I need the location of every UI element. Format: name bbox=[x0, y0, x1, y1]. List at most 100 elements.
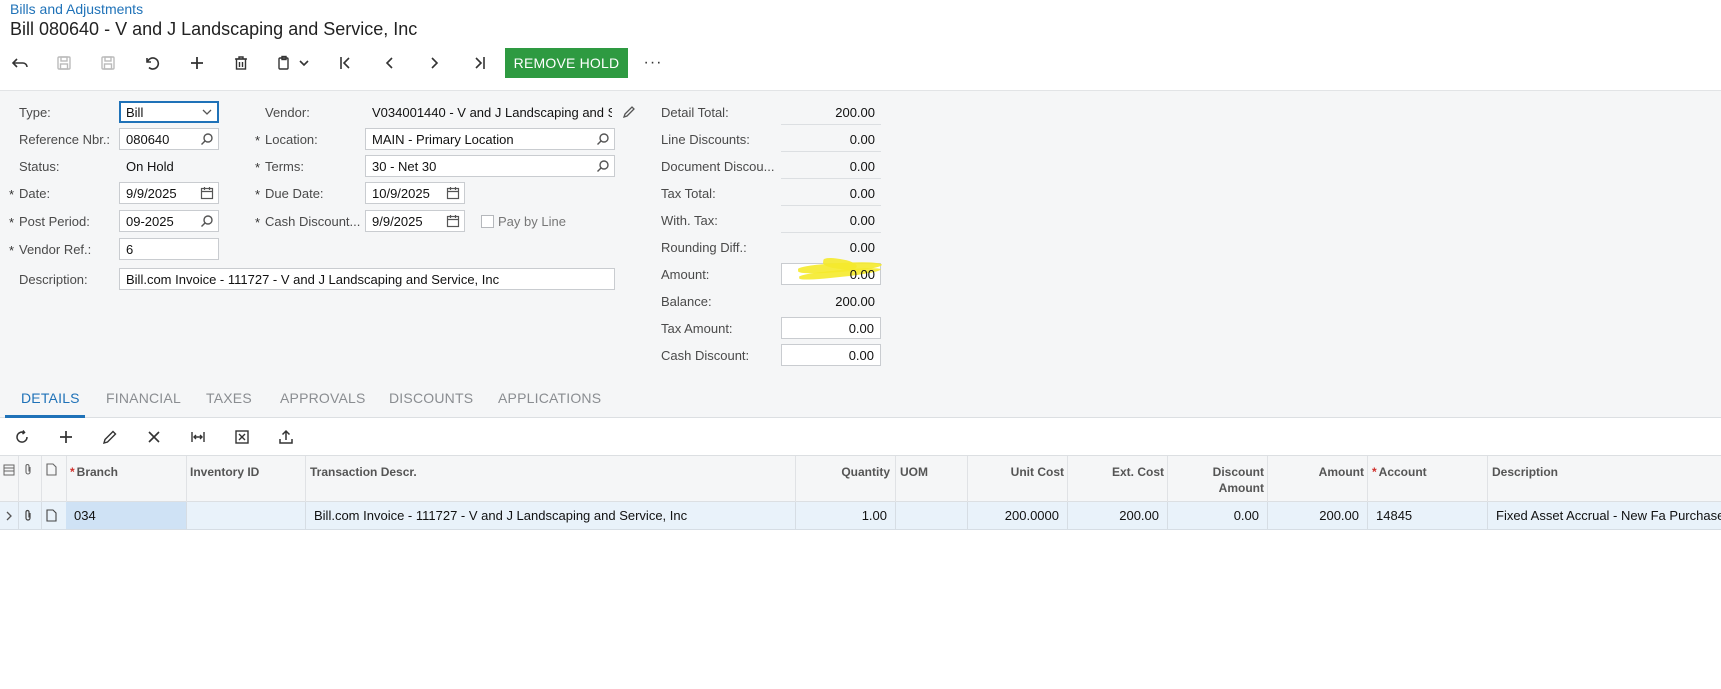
edit-icon[interactable] bbox=[98, 425, 122, 449]
required-mark: * bbox=[70, 465, 75, 479]
search-icon[interactable] bbox=[596, 132, 610, 146]
search-icon[interactable] bbox=[200, 132, 214, 146]
paperclip-icon[interactable] bbox=[22, 509, 34, 522]
column-separator bbox=[1067, 456, 1068, 502]
column-trandesc[interactable]: Transaction Descr. bbox=[310, 464, 417, 480]
table-row[interactable]: 034 Bill.com Invoice - 111727 - V and J … bbox=[0, 502, 1721, 530]
document-discount-label: Document Discou... bbox=[661, 159, 775, 174]
type-label: Type: bbox=[19, 105, 51, 120]
cell-amount[interactable]: 200.00 bbox=[1272, 508, 1359, 523]
search-icon[interactable] bbox=[596, 159, 610, 173]
first-record-icon[interactable] bbox=[330, 47, 362, 79]
column-separator bbox=[18, 456, 19, 502]
cell-unitcost[interactable]: 200.0000 bbox=[972, 508, 1059, 523]
postperiod-input[interactable]: 09-2025 bbox=[119, 210, 219, 232]
column-branch-label: Branch bbox=[76, 465, 119, 479]
cash-discount-input[interactable]: 0.00 bbox=[781, 344, 881, 366]
column-separator bbox=[967, 456, 968, 502]
search-icon[interactable] bbox=[200, 214, 214, 228]
cell-trandesc[interactable]: Bill.com Invoice - 111727 - V and J Land… bbox=[314, 508, 687, 523]
cancel-icon[interactable] bbox=[136, 47, 168, 79]
tax-amount-input[interactable]: 0.00 bbox=[781, 317, 881, 339]
required-mark: * bbox=[9, 187, 15, 202]
column-inventory[interactable]: Inventory ID bbox=[190, 464, 259, 480]
column-quantity[interactable]: Quantity bbox=[800, 464, 890, 480]
note-icon[interactable] bbox=[46, 509, 57, 522]
add-row-icon[interactable] bbox=[54, 425, 78, 449]
column-description[interactable]: Description bbox=[1492, 464, 1558, 480]
cell-account[interactable]: 14845 bbox=[1376, 508, 1412, 523]
calendar-icon[interactable] bbox=[200, 186, 214, 200]
refnbr-value: 080640 bbox=[126, 132, 170, 147]
calendar-icon[interactable] bbox=[446, 186, 460, 200]
more-icon[interactable]: ··· bbox=[637, 47, 669, 79]
paybyline-checkbox[interactable] bbox=[481, 215, 494, 228]
column-extcost[interactable]: Ext. Cost bbox=[1072, 464, 1164, 480]
save-icon[interactable] bbox=[48, 47, 80, 79]
column-account[interactable]: * Account bbox=[1372, 464, 1427, 480]
tab-applications[interactable]: APPLICATIONS bbox=[498, 390, 601, 406]
required-mark: * bbox=[255, 133, 261, 148]
description-label: Description: bbox=[19, 272, 88, 287]
delete-icon[interactable] bbox=[225, 47, 257, 79]
fit-columns-icon[interactable] bbox=[186, 425, 210, 449]
column-branch[interactable]: * Branch bbox=[70, 464, 118, 480]
location-input[interactable]: MAIN - Primary Location bbox=[365, 128, 615, 150]
cell-extcost[interactable]: 200.00 bbox=[1072, 508, 1159, 523]
row-settings-icon[interactable] bbox=[3, 464, 15, 476]
prev-record-icon[interactable] bbox=[374, 47, 406, 79]
upload-icon[interactable] bbox=[274, 425, 298, 449]
cashdiscount-date-input[interactable]: 9/9/2025 bbox=[365, 210, 465, 232]
calendar-icon[interactable] bbox=[446, 214, 460, 228]
page-header: Bills and Adjustments Bill 080640 - V an… bbox=[0, 0, 1721, 90]
tab-details[interactable]: DETAILS bbox=[21, 390, 80, 406]
main-toolbar: REMOVE HOLD ··· bbox=[0, 47, 1721, 79]
undo-back-icon[interactable] bbox=[4, 47, 36, 79]
vendorref-label: Vendor Ref.: bbox=[19, 242, 92, 257]
column-separator bbox=[305, 456, 306, 502]
amount-value: 0.00 bbox=[849, 267, 875, 282]
chevron-down-icon[interactable] bbox=[294, 47, 314, 79]
column-amount[interactable]: Amount bbox=[1272, 464, 1364, 480]
terms-input[interactable]: 30 - Net 30 bbox=[365, 155, 615, 177]
detail-total-label: Detail Total: bbox=[661, 105, 729, 120]
vendorref-input[interactable]: 6 bbox=[119, 238, 219, 260]
cell-discount[interactable]: 0.00 bbox=[1172, 508, 1259, 523]
required-mark: * bbox=[255, 187, 261, 202]
tab-discounts[interactable]: DISCOUNTS bbox=[389, 390, 473, 406]
divider bbox=[781, 178, 881, 179]
cell-description[interactable]: Fixed Asset Accrual - New Fa Purchase bbox=[1496, 508, 1721, 523]
pencil-icon[interactable] bbox=[622, 105, 636, 119]
tab-taxes[interactable]: TAXES bbox=[206, 390, 252, 406]
terms-value: 30 - Net 30 bbox=[372, 159, 437, 174]
export-excel-icon[interactable] bbox=[230, 425, 254, 449]
breadcrumb[interactable]: Bills and Adjustments bbox=[10, 1, 143, 17]
last-record-icon[interactable] bbox=[463, 47, 495, 79]
save-close-icon[interactable] bbox=[92, 47, 124, 79]
tab-financial[interactable]: FINANCIAL bbox=[106, 390, 181, 406]
vendor-label: Vendor: bbox=[265, 105, 310, 120]
column-discount[interactable]: Discount Amount bbox=[1172, 464, 1264, 496]
date-input[interactable]: 9/9/2025 bbox=[119, 182, 219, 204]
rounding-value: 0.00 bbox=[849, 240, 875, 255]
cell-quantity[interactable]: 1.00 bbox=[800, 508, 887, 523]
refnbr-input[interactable]: 080640 bbox=[119, 128, 219, 150]
detail-total-value: 200.00 bbox=[835, 105, 875, 120]
column-unitcost[interactable]: Unit Cost bbox=[972, 464, 1064, 480]
amount-label: Amount: bbox=[661, 267, 710, 282]
duedate-input[interactable]: 10/9/2025 bbox=[365, 182, 465, 204]
chevron-right-icon[interactable] bbox=[4, 510, 14, 522]
add-icon[interactable] bbox=[181, 47, 213, 79]
cell-branch[interactable]: 034 bbox=[74, 508, 96, 523]
column-separator bbox=[1367, 502, 1368, 529]
refresh-icon[interactable] bbox=[10, 425, 34, 449]
vendor-value[interactable]: V034001440 - V and J Landscaping and S bbox=[372, 105, 612, 120]
delete-row-icon[interactable] bbox=[142, 425, 166, 449]
column-separator bbox=[1267, 456, 1268, 502]
remove-hold-button[interactable]: REMOVE HOLD bbox=[505, 48, 628, 78]
tab-approvals[interactable]: APPROVALS bbox=[280, 390, 366, 406]
next-record-icon[interactable] bbox=[418, 47, 450, 79]
type-select[interactable]: Bill bbox=[119, 101, 219, 123]
description-input[interactable]: Bill.com Invoice - 111727 - V and J Land… bbox=[119, 268, 615, 290]
column-uom[interactable]: UOM bbox=[900, 464, 928, 480]
